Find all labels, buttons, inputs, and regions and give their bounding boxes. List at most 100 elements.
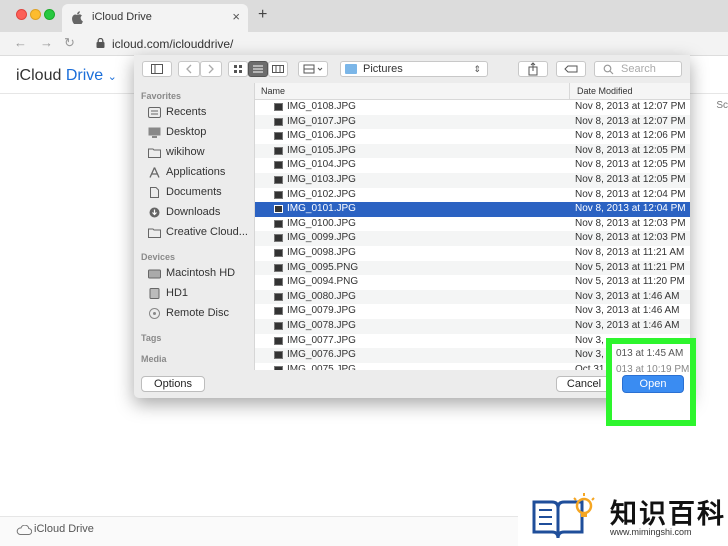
file-date: Nov 3, 2013 at 1:46 AM bbox=[575, 319, 680, 331]
file-row[interactable]: IMG_0078.JPG Nov 3, 2013 at 1:46 AM bbox=[255, 318, 690, 334]
sidebar-item-label: Documents bbox=[166, 186, 222, 198]
file-name: IMG_0104.JPG bbox=[287, 159, 356, 171]
sidebar-item-label: Recents bbox=[166, 106, 207, 118]
watermark: 知识百科 www.mimingshi.com bbox=[518, 488, 728, 546]
file-date: Nov 8, 2013 at 12:05 PM bbox=[575, 144, 686, 156]
sidebar-item-desktop[interactable]: Desktop bbox=[148, 125, 252, 141]
back-nav-button[interactable] bbox=[178, 61, 200, 77]
column-date-header[interactable]: Date Modified bbox=[577, 86, 633, 96]
tab-close-icon[interactable]: × bbox=[232, 9, 240, 24]
file-row[interactable]: IMG_0095.PNG Nov 5, 2013 at 11:21 PM bbox=[255, 260, 690, 276]
file-name: IMG_0077.JPG bbox=[287, 334, 356, 346]
open-button[interactable]: Open bbox=[622, 375, 684, 393]
sidebar-icon bbox=[151, 64, 163, 74]
share-button[interactable] bbox=[518, 61, 548, 77]
file-date: Nov 8, 2013 at 12:07 PM bbox=[575, 115, 686, 127]
list-view-button[interactable] bbox=[248, 61, 268, 77]
file-date: Nov 8, 2013 at 12:04 PM bbox=[575, 203, 686, 215]
sidebar-item-label: wikihow bbox=[166, 146, 205, 158]
icon-view-button[interactable] bbox=[228, 61, 248, 77]
minimize-window-button[interactable] bbox=[30, 9, 41, 20]
file-row[interactable]: IMG_0107.JPG Nov 8, 2013 at 12:07 PM bbox=[255, 114, 690, 130]
highlight-box: 013 at 1:45 AM 013 at 10:19 PM Open bbox=[606, 338, 696, 426]
image-thumbnail-icon bbox=[274, 103, 283, 111]
image-thumbnail-icon bbox=[274, 248, 283, 257]
file-row[interactable]: IMG_0108.JPG Nov 8, 2013 at 12:07 PM bbox=[255, 100, 690, 115]
new-tab-button[interactable]: + bbox=[258, 6, 267, 24]
sidebar-item-hd1[interactable]: HD1 bbox=[148, 286, 252, 302]
sidebar-item-downloads[interactable]: Downloads bbox=[148, 205, 252, 221]
file-row[interactable]: IMG_0094.PNG Nov 5, 2013 at 11:20 PM bbox=[255, 275, 690, 290]
file-row[interactable]: IMG_0105.JPG Nov 8, 2013 at 12:05 PM bbox=[255, 143, 690, 159]
file-name: IMG_0108.JPG bbox=[287, 101, 356, 112]
sidebar-item-recents[interactable]: Recents bbox=[148, 105, 252, 121]
file-row[interactable]: IMG_0099.JPG Nov 8, 2013 at 12:03 PM bbox=[255, 231, 690, 246]
location-dropdown[interactable]: Pictures ⇕ bbox=[340, 61, 488, 77]
column-header: Name Date Modified bbox=[255, 83, 690, 100]
grid-icon bbox=[234, 65, 242, 73]
watermark-url: www.mimingshi.com bbox=[610, 527, 692, 537]
file-date: Nov 8, 2013 at 12:05 PM bbox=[575, 159, 686, 171]
image-thumbnail-icon bbox=[274, 205, 283, 214]
file-row[interactable]: IMG_0104.JPG Nov 8, 2013 at 12:05 PM bbox=[255, 158, 690, 173]
file-date: Nov 5, 2013 at 11:21 PM bbox=[575, 261, 685, 273]
file-date: Nov 3, bbox=[575, 334, 604, 346]
file-date: Nov 5, 2013 at 11:20 PM bbox=[575, 276, 685, 288]
forward-icon[interactable]: → bbox=[40, 35, 53, 50]
brand-suffix: Drive bbox=[65, 67, 104, 84]
file-name: IMG_0101.JPG bbox=[287, 203, 356, 215]
sidebar-item-documents[interactable]: Documents bbox=[148, 185, 252, 201]
forward-nav-button[interactable] bbox=[200, 61, 222, 77]
file-row[interactable]: IMG_0079.JPG Nov 3, 2013 at 1:46 AM bbox=[255, 304, 690, 319]
file-name: IMG_0107.JPG bbox=[287, 115, 356, 127]
file-row[interactable]: IMG_0098.JPG Nov 8, 2013 at 11:21 AM bbox=[255, 246, 690, 261]
sidebar-toggle-button[interactable] bbox=[142, 61, 172, 77]
file-list[interactable]: Name Date Modified IMG_0108.JPG Nov 8, 20… bbox=[254, 83, 690, 370]
tag-button[interactable] bbox=[556, 61, 586, 77]
file-row[interactable]: IMG_0102.JPG Nov 8, 2013 at 12:04 PM bbox=[255, 188, 690, 203]
group-icon bbox=[303, 64, 323, 74]
zoom-window-button[interactable] bbox=[44, 9, 55, 20]
image-thumbnail-icon bbox=[274, 175, 283, 184]
file-date: Nov 8, 2013 at 12:03 PM bbox=[575, 217, 686, 229]
reload-icon[interactable]: ↻ bbox=[64, 35, 75, 51]
file-row[interactable]: IMG_0101.JPG Nov 8, 2013 at 12:04 PM bbox=[255, 202, 690, 217]
tab-icloud-drive[interactable]: iCloud Drive × bbox=[62, 4, 248, 32]
browser-toolbar: ← → ↻ icloud.com/iclouddrive/ bbox=[0, 32, 728, 56]
close-window-button[interactable] bbox=[16, 9, 27, 20]
image-thumbnail-icon bbox=[274, 234, 283, 243]
image-thumbnail-icon bbox=[274, 161, 283, 170]
sidebar-item-remote-disc[interactable]: Remote Disc bbox=[148, 306, 252, 322]
sidebar-item-wikihow[interactable]: wikihow bbox=[148, 145, 252, 161]
watermark-text: 知识百科 bbox=[610, 499, 726, 529]
file-name: IMG_0094.PNG bbox=[287, 276, 359, 288]
media-heading: Media bbox=[141, 354, 167, 364]
tag-icon bbox=[564, 65, 578, 73]
cancel-button[interactable]: Cancel bbox=[556, 376, 612, 392]
address-bar[interactable]: icloud.com/iclouddrive/ bbox=[112, 37, 233, 51]
file-name: IMG_0095.PNG bbox=[287, 261, 359, 273]
sidebar-item-label: Remote Disc bbox=[166, 307, 229, 319]
folder-icon bbox=[148, 148, 161, 158]
file-row[interactable]: IMG_0103.JPG Nov 8, 2013 at 12:05 PM bbox=[255, 172, 690, 188]
sidebar-item-label: HD1 bbox=[166, 287, 189, 299]
search-input[interactable]: Search bbox=[594, 61, 682, 77]
back-icon[interactable]: ← bbox=[14, 35, 27, 50]
options-button[interactable]: Options bbox=[141, 376, 205, 392]
sidebar-item-applications[interactable]: Applications bbox=[148, 165, 252, 181]
group-view-button[interactable] bbox=[298, 61, 328, 77]
file-name: IMG_0079.JPG bbox=[287, 305, 356, 317]
sidebar-item-macintosh-hd[interactable]: Macintosh HD bbox=[148, 266, 252, 282]
column-view-button[interactable] bbox=[268, 61, 288, 77]
icloud-drive-title[interactable]: iCloud Drive ⌄ bbox=[16, 67, 117, 85]
book-lightbulb-logo bbox=[532, 493, 595, 539]
dialog-toolbar: Pictures ⇕ Search bbox=[134, 55, 690, 83]
updown-icon: ⇕ bbox=[473, 64, 481, 74]
file-row[interactable]: IMG_0080.JPG Nov 3, 2013 at 1:46 AM bbox=[255, 289, 690, 305]
file-row[interactable]: IMG_0106.JPG Nov 8, 2013 at 12:06 PM bbox=[255, 129, 690, 144]
column-name-header[interactable]: Name bbox=[261, 86, 285, 96]
highlight-date-2: 013 at 10:19 PM bbox=[616, 364, 690, 375]
file-row[interactable]: IMG_0100.JPG Nov 8, 2013 at 12:03 PM bbox=[255, 217, 690, 232]
documents-icon bbox=[150, 187, 159, 198]
sidebar-item-creative-cloud[interactable]: Creative Cloud... bbox=[148, 225, 252, 241]
